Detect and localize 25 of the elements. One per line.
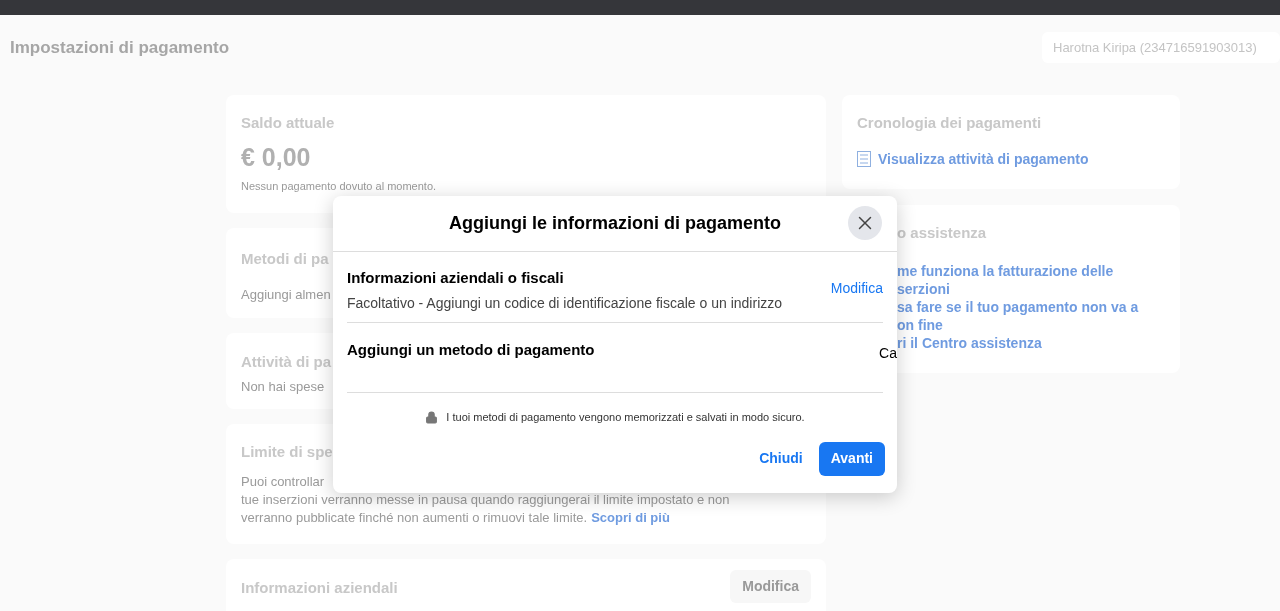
edit-link[interactable]: Modifica <box>830 278 883 322</box>
card-text: Non hai spese <box>241 377 325 396</box>
card-text: tue inserzioni verranno messe in pausa quando raggiungerai il limite impostato e non <box>241 490 730 509</box>
card-text: Aggiungi almen <box>241 285 331 304</box>
security-note: I tuoi metodi di pagamento vengono memorizzati e salvati in modo sicuro. <box>446 410 805 425</box>
activity-link[interactable]: Visualizza attività di pagamento <box>878 148 1089 170</box>
card-text: verranno pubblicate finché non aumenti o rimuovi tale limite. <box>241 508 588 527</box>
edit-button[interactable]: Modifica <box>730 570 811 603</box>
learn-more-link[interactable]: Scopri di più <box>591 508 670 527</box>
page-title: Impostazioni di pagamento <box>10 36 230 59</box>
section-title: Aggiungi un metodo di pagamento <box>347 340 595 360</box>
balance-amount: € 0,00 <box>241 141 311 173</box>
section-text: Facoltativo - Aggiungi un codice di identificazione fiscale o un indirizzo <box>347 293 783 313</box>
card-text: Nessun pagamento dovuto al momento. <box>241 179 437 194</box>
list-icon <box>857 151 871 167</box>
close-button[interactable] <box>848 206 882 240</box>
dialog-title: Aggiungi le informazioni di pagamento <box>449 212 781 235</box>
close-text-button[interactable]: Chiudi <box>747 441 815 476</box>
next-button[interactable]: Avanti <box>818 441 885 476</box>
account-selector[interactable]: Harotna Kiripa (234716591903013) <box>1042 32 1280 63</box>
section-title: Informazioni aziendali o fiscali <box>347 268 564 288</box>
payment-option-text: Ca <box>879 344 897 363</box>
card-text: Puoi controllar <box>241 472 325 491</box>
help-link[interactable]: ri il Centro assistenza <box>897 333 1042 352</box>
lock-icon <box>425 410 439 424</box>
